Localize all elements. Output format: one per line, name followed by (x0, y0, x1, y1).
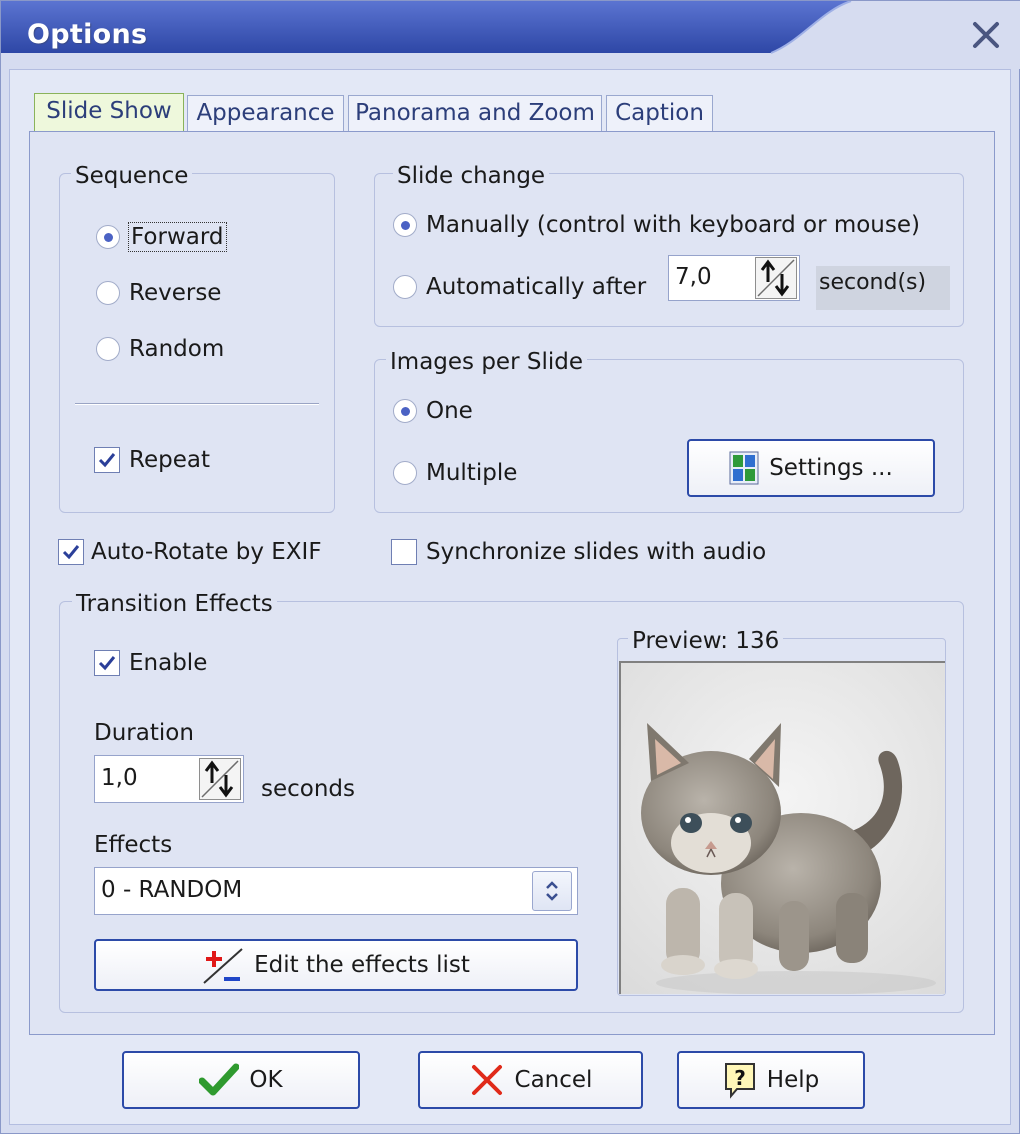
sync-audio-checkbox[interactable] (391, 539, 417, 565)
radio-random[interactable] (96, 337, 120, 361)
close-icon (973, 22, 999, 48)
radio-reverse[interactable] (96, 281, 120, 305)
x-icon (471, 1065, 502, 1095)
sequence-title: Sequence (71, 163, 193, 189)
checkmark-icon (62, 545, 80, 560)
edit-list-icon (203, 948, 243, 984)
checkmark-icon (98, 453, 116, 468)
duration-label: Duration (94, 720, 194, 746)
ok-label: OK (249, 1067, 283, 1093)
enable-checkbox[interactable] (94, 650, 120, 676)
edit-effects-list-label: Edit the effects list (254, 952, 470, 978)
preview-title: Preview: 136 (628, 628, 784, 654)
tab-slide-show[interactable]: Slide Show (34, 93, 184, 133)
chevron-updown-icon (546, 881, 558, 901)
sequence-divider (75, 403, 319, 405)
options-dialog: Options Slide Show Appearance Panorama a… (0, 0, 1020, 1134)
effects-label: Effects (94, 832, 173, 858)
repeat-checkbox[interactable] (94, 447, 120, 473)
ok-button[interactable]: OK (122, 1051, 360, 1109)
radio-one[interactable] (393, 399, 417, 423)
cancel-button[interactable]: Cancel (418, 1051, 643, 1109)
spin-arrows-icon (757, 259, 795, 297)
checkmark-icon (98, 656, 116, 671)
repeat-label: Repeat (129, 447, 210, 473)
checkmark-icon (199, 1063, 240, 1096)
help-icon: ? (724, 1063, 755, 1099)
settings-button[interactable]: Settings ... (687, 439, 935, 497)
kitten-image (621, 663, 945, 994)
help-button[interactable]: ? Help (677, 1051, 865, 1109)
preview-image (619, 661, 945, 994)
slide-change-title: Slide change (393, 163, 550, 189)
effects-select[interactable]: 0 - RANDOM (94, 867, 578, 915)
spin-arrows-icon (201, 760, 239, 798)
auto-rotate-label: Auto-Rotate by EXIF (91, 539, 322, 565)
one-label: One (426, 398, 473, 424)
close-button[interactable] (963, 15, 1009, 57)
help-label: Help (766, 1067, 820, 1093)
grid-images-icon (729, 451, 759, 485)
multiple-label: Multiple (426, 460, 518, 486)
radio-manually[interactable] (393, 213, 417, 237)
sync-audio-label: Synchronize slides with audio (426, 539, 767, 565)
automatically-label: Automatically after (426, 274, 647, 300)
tab-caption[interactable]: Caption (606, 95, 713, 131)
radio-forward[interactable] (96, 225, 120, 249)
images-per-slide-title: Images per Slide (386, 349, 587, 375)
settings-label: Settings ... (769, 455, 893, 481)
cancel-label: Cancel (514, 1067, 593, 1093)
window-title: Options (27, 19, 148, 50)
radio-automatically[interactable] (393, 275, 417, 299)
effects-dropdown-button[interactable] (532, 871, 572, 911)
reverse-label: Reverse (129, 280, 222, 306)
forward-label: Forward (128, 222, 227, 252)
duration-unit-label: seconds (261, 776, 356, 802)
seconds-unit-label: second(s) (819, 270, 927, 295)
seconds-unit-box: second(s) (816, 266, 950, 310)
random-label: Random (129, 336, 225, 362)
title-bar (1, 1, 1020, 69)
auto-seconds-spinner[interactable] (755, 257, 797, 299)
svg-text:?: ? (734, 1066, 746, 1090)
manually-label: Manually (control with keyboard or mouse… (426, 212, 920, 238)
auto-rotate-checkbox[interactable] (58, 539, 84, 565)
radio-multiple[interactable] (393, 461, 417, 485)
enable-label: Enable (129, 650, 208, 676)
tab-appearance[interactable]: Appearance (187, 95, 344, 131)
tab-panorama-zoom[interactable]: Panorama and Zoom (348, 95, 602, 131)
transition-effects-title: Transition Effects (72, 591, 277, 617)
duration-spinner[interactable] (199, 758, 241, 800)
edit-effects-list-button[interactable]: Edit the effects list (94, 939, 578, 991)
effects-selected-value: 0 - RANDOM (101, 877, 243, 903)
